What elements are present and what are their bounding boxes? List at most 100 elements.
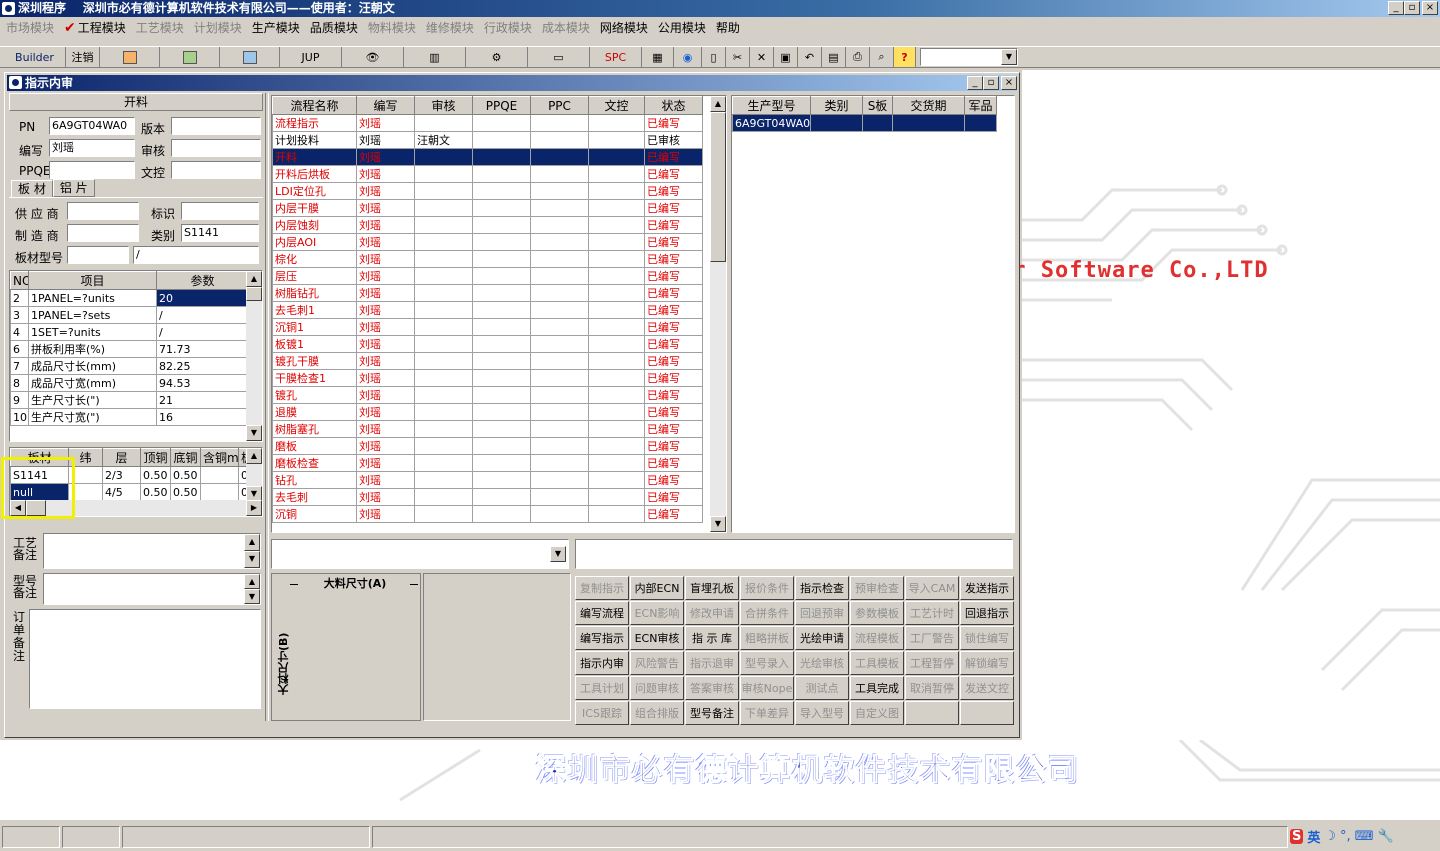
table-cell[interactable] (414, 216, 473, 234)
table-cell[interactable]: 镀孔 (272, 386, 357, 404)
table-row[interactable]: 钻孔 刘瑶 已编写 (272, 471, 703, 489)
table-cell[interactable]: 已编写 (644, 301, 703, 319)
table-cell[interactable] (588, 165, 645, 183)
table-cell[interactable] (472, 284, 531, 302)
action-button-0-0[interactable]: 复制指示 (575, 576, 629, 600)
table-cell[interactable] (414, 148, 473, 166)
table-cell[interactable] (588, 420, 645, 438)
table-cell[interactable]: 已编写 (644, 148, 703, 166)
action-button-0-4[interactable]: 指示检查 (795, 576, 849, 600)
table-cell[interactable]: 已编写 (644, 420, 703, 438)
mark-field[interactable] (181, 202, 259, 220)
table-cell[interactable]: 树脂钻孔 (272, 284, 357, 302)
table-cell[interactable] (200, 466, 239, 484)
help-button[interactable]: ? (894, 47, 916, 67)
table-cell[interactable]: 已编写 (644, 369, 703, 387)
new-button[interactable]: ▯ (702, 47, 726, 67)
maker-field[interactable] (67, 224, 139, 242)
table-cell[interactable]: / (156, 323, 249, 341)
model-note-field[interactable]: ▲ ▼ (43, 573, 261, 605)
action-button-2-6[interactable]: 工厂警告 (905, 626, 959, 650)
table-row[interactable]: 6 拼板利用率(%) 71.73 (10, 340, 249, 358)
table-cell[interactable]: 生产尺寸长(") (28, 391, 157, 409)
scroll-down-icon[interactable]: ▼ (246, 425, 262, 441)
table-cell[interactable]: LDI定位孔 (272, 182, 357, 200)
table-cell[interactable]: 板镀1 (272, 335, 357, 353)
table-cell[interactable] (472, 352, 531, 370)
table-cell[interactable] (472, 148, 531, 166)
table-cell[interactable] (414, 505, 473, 523)
flow-scrollbar[interactable]: ▲ ▼ (710, 96, 726, 532)
find-button[interactable]: ⌕ (870, 47, 894, 67)
table-cell[interactable]: 3 (10, 306, 29, 324)
action-button-5-3[interactable]: 下单差异 (740, 701, 794, 725)
table-cell[interactable] (530, 471, 589, 489)
table-cell[interactable] (530, 114, 589, 132)
material-scrollbar[interactable]: ▲ ▼ (246, 448, 262, 502)
table-cell[interactable]: 21 (156, 391, 249, 409)
table-cell[interactable]: 刘瑶 (356, 437, 415, 455)
sogou-icon[interactable]: S (1290, 829, 1304, 844)
table-cell[interactable]: 层压 (272, 267, 357, 285)
table-cell[interactable] (530, 403, 589, 421)
table-row[interactable]: 内层AOI 刘瑶 已编写 (272, 233, 703, 251)
table-cell[interactable]: 10 (10, 408, 29, 426)
table-cell[interactable] (530, 505, 589, 523)
table-cell[interactable]: 16 (156, 408, 249, 426)
table-row[interactable]: 4 1SET=?units / (10, 323, 249, 341)
halfwidth-icon[interactable]: ☽ (1324, 829, 1336, 844)
table-cell[interactable]: 沉铜1 (272, 318, 357, 336)
scroll-up-icon[interactable]: ▲ (246, 448, 262, 464)
table-cell[interactable] (472, 182, 531, 200)
table-row[interactable]: 磨板检查 刘瑶 已编写 (272, 454, 703, 472)
table-cell[interactable]: 刘瑶 (356, 318, 415, 336)
column-header[interactable]: 类别 (810, 96, 863, 115)
scroll-up-icon[interactable]: ▲ (244, 574, 260, 589)
toolbar-combo[interactable]: ▼ (920, 48, 1018, 66)
undo-button[interactable]: ↶ (798, 47, 822, 67)
table-cell[interactable]: 成品尺寸长(mm) (28, 357, 157, 375)
table-row[interactable]: 流程指示 刘瑶 已编写 (272, 114, 703, 132)
table-cell[interactable] (472, 454, 531, 472)
table-cell[interactable]: / (156, 306, 249, 324)
table-row[interactable]: 沉铜1 刘瑶 已编写 (272, 318, 703, 336)
scroll-up-icon[interactable]: ▲ (710, 96, 726, 112)
action-button-5-2[interactable]: 型号备注 (685, 701, 739, 725)
table-cell[interactable]: 已编写 (644, 216, 703, 234)
table-cell[interactable]: 沉铜 (272, 505, 357, 523)
table-cell[interactable] (588, 131, 645, 149)
table-cell[interactable]: 拼板利用率(%) (28, 340, 157, 358)
child-maximize-button[interactable]: ▫ (983, 76, 999, 90)
table-cell[interactable]: 已编写 (644, 199, 703, 217)
table-cell[interactable]: 磨板 (272, 437, 357, 455)
action-button-4-4[interactable]: 测试点 (795, 676, 849, 700)
column-header[interactable]: S板 (862, 96, 893, 115)
action-button-4-1[interactable]: 问题审核 (630, 676, 684, 700)
table-cell[interactable] (588, 403, 645, 421)
table-cell[interactable] (530, 148, 589, 166)
action-button-4-5[interactable]: 工具完成 (850, 676, 904, 700)
table-cell[interactable]: 刘瑶 (356, 182, 415, 200)
table-row[interactable]: 板镀1 刘瑶 已编写 (272, 335, 703, 353)
action-button-4-2[interactable]: 答案审核 (685, 676, 739, 700)
delete-button[interactable]: ✕ (750, 47, 774, 67)
scroll-thumb[interactable] (246, 287, 262, 301)
action-button-2-1[interactable]: ECN审核 (630, 626, 684, 650)
table-row[interactable]: 干膜检查1 刘瑶 已编写 (272, 369, 703, 387)
table-cell[interactable] (414, 182, 473, 200)
word-button[interactable] (220, 47, 280, 67)
scroll-down-icon[interactable]: ▼ (244, 589, 260, 604)
table-cell[interactable]: 2 (10, 289, 29, 307)
column-header[interactable]: 含铜mm (200, 448, 239, 467)
action-button-3-4[interactable]: 光绘审核 (795, 651, 849, 675)
action-button-1-3[interactable]: 合拼条件 (740, 601, 794, 625)
table-cell[interactable]: 刘瑶 (356, 267, 415, 285)
action-button-1-1[interactable]: ECN影响 (630, 601, 684, 625)
column-header[interactable]: 审核 (414, 96, 473, 115)
table-cell[interactable] (472, 420, 531, 438)
table-cell[interactable] (414, 318, 473, 336)
table-cell[interactable]: 已编写 (644, 165, 703, 183)
table-cell[interactable] (588, 454, 645, 472)
table-cell[interactable]: 94.53 (156, 374, 249, 392)
table-cell[interactable] (588, 148, 645, 166)
